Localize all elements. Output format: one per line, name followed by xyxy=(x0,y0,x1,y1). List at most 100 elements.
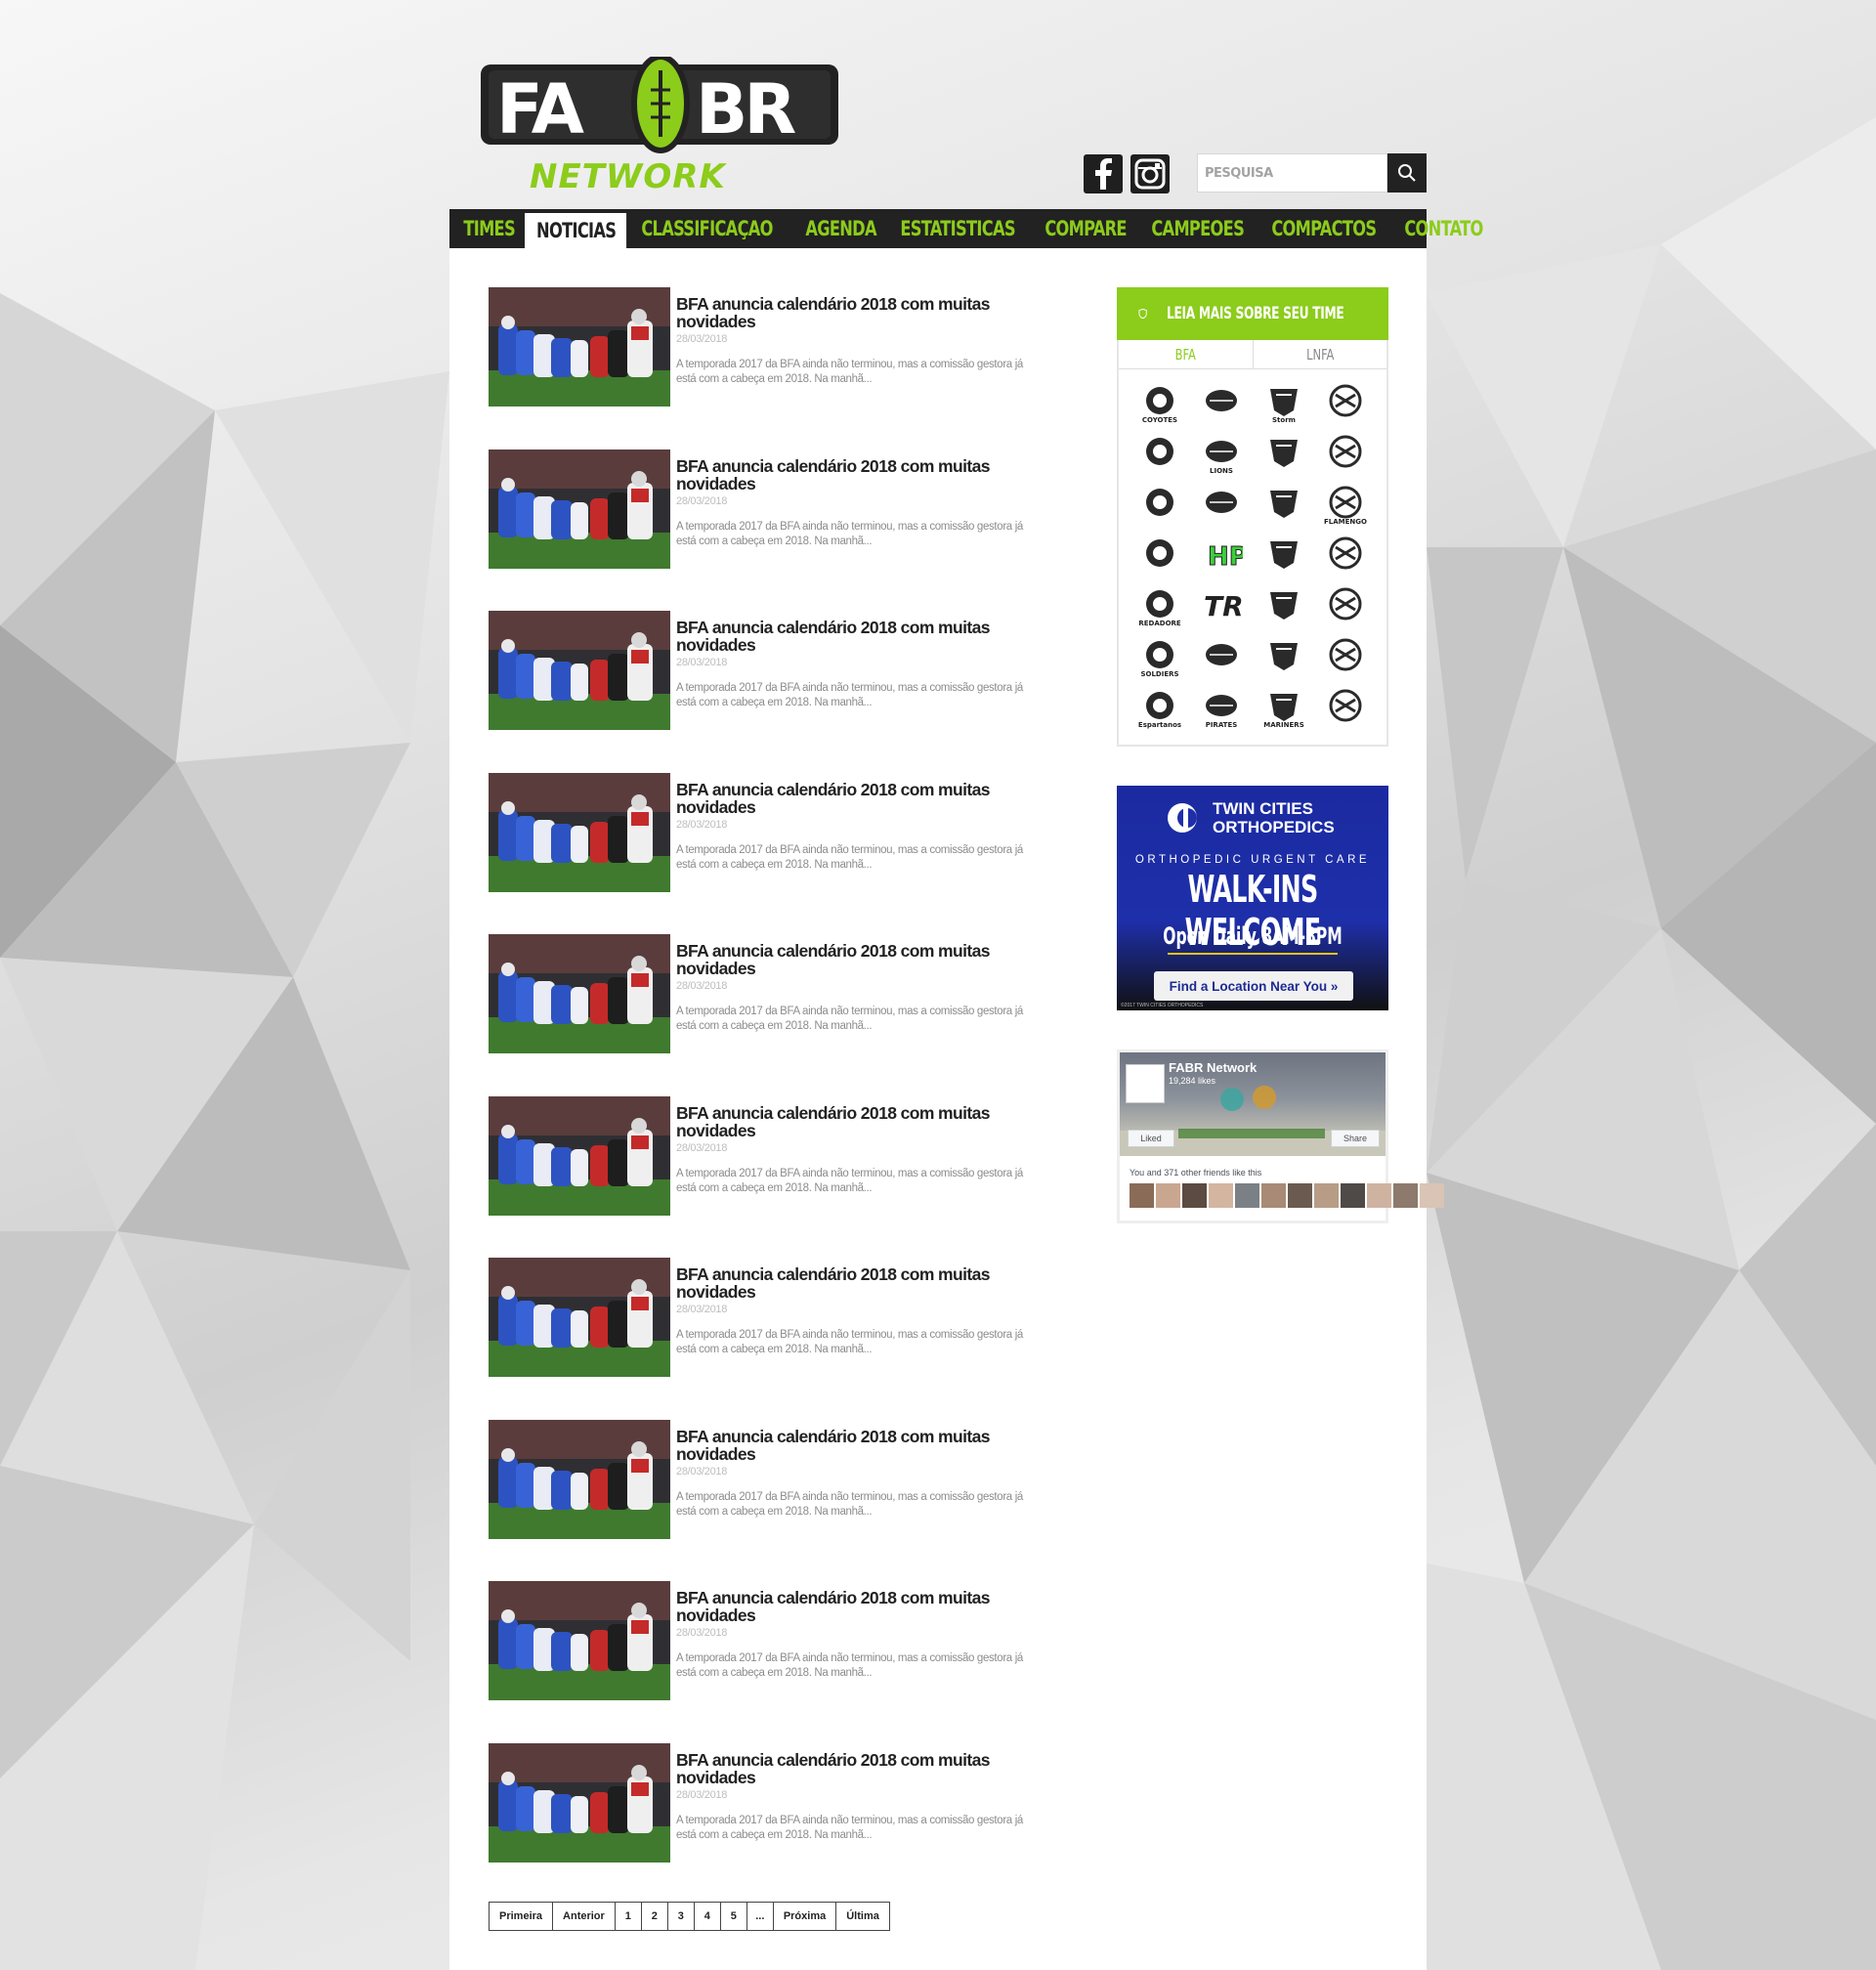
news-thumbnail[interactable] xyxy=(489,772,670,892)
news-title[interactable]: BFA anuncia calendário 2018 com muitas n… xyxy=(676,1265,1028,1301)
news-thumbnail[interactable] xyxy=(489,287,670,407)
search-input[interactable] xyxy=(1197,153,1387,193)
friend-avatar[interactable] xyxy=(1261,1183,1286,1208)
news-title[interactable]: BFA anuncia calendário 2018 com muitas n… xyxy=(676,1589,1028,1624)
team-logo[interactable]: MARINERS xyxy=(1253,686,1315,733)
team-logo[interactable] xyxy=(1253,584,1315,631)
news-item[interactable]: BFA anuncia calendário 2018 com muitas n… xyxy=(489,772,1036,935)
news-item[interactable]: BFA anuncia calendário 2018 com muitas n… xyxy=(489,1258,1036,1420)
team-logo[interactable]: PIRATES xyxy=(1191,686,1254,733)
friend-avatar[interactable] xyxy=(1393,1183,1418,1208)
team-logo[interactable]: Espartanos xyxy=(1129,686,1191,733)
news-item[interactable]: BFA anuncia calendário 2018 com muitas n… xyxy=(489,1095,1036,1259)
page-last[interactable]: Última xyxy=(836,1903,889,1930)
news-thumbnail[interactable] xyxy=(489,1742,670,1863)
facebook-share-button[interactable]: Share xyxy=(1331,1130,1380,1147)
news-title[interactable]: BFA anuncia calendário 2018 com muitas n… xyxy=(676,1751,1028,1786)
ad-find-location-button[interactable]: Find a Location Near You » xyxy=(1154,971,1353,1001)
team-logo[interactable] xyxy=(1129,534,1191,580)
tab-lnfa[interactable]: LNFA xyxy=(1263,340,1377,368)
facebook-page-avatar[interactable] xyxy=(1126,1064,1165,1103)
team-logo[interactable] xyxy=(1315,381,1378,428)
news-item[interactable]: BFA anuncia calendário 2018 com muitas n… xyxy=(489,287,1036,450)
page-3[interactable]: 3 xyxy=(668,1903,695,1930)
friend-avatar[interactable] xyxy=(1182,1183,1207,1208)
news-thumbnail[interactable] xyxy=(489,449,670,569)
fabr-network-logo[interactable]: FA BR NETWORK xyxy=(479,57,840,193)
page-1[interactable]: 1 xyxy=(616,1903,642,1930)
team-logo[interactable] xyxy=(1191,381,1254,428)
news-thumbnail[interactable] xyxy=(489,1581,670,1700)
team-logo[interactable] xyxy=(1253,483,1315,530)
facebook-liked-button[interactable]: Liked xyxy=(1128,1130,1174,1147)
team-logo[interactable] xyxy=(1191,635,1254,682)
nav-classificacao[interactable]: CLASSIFICAÇAO xyxy=(631,209,783,248)
friend-avatar[interactable] xyxy=(1314,1183,1339,1208)
news-thumbnail[interactable] xyxy=(489,1419,670,1539)
team-logo[interactable]: FLAMENGO xyxy=(1315,483,1378,530)
nav-contato[interactable]: CONTATO xyxy=(1394,209,1493,248)
team-logo[interactable]: TR xyxy=(1191,584,1254,631)
team-logo[interactable] xyxy=(1191,483,1254,530)
news-thumbnail[interactable] xyxy=(489,1095,670,1216)
news-item[interactable]: BFA anuncia calendário 2018 com muitas n… xyxy=(489,611,1036,773)
nav-times[interactable]: TIMES xyxy=(453,209,525,248)
team-logo[interactable]: Storm xyxy=(1253,381,1315,428)
search-button[interactable] xyxy=(1387,153,1427,193)
team-logo[interactable] xyxy=(1315,432,1378,479)
friend-avatar[interactable] xyxy=(1420,1183,1444,1208)
team-logo[interactable] xyxy=(1315,534,1378,580)
page-first[interactable]: Primeira xyxy=(490,1903,554,1930)
news-title[interactable]: BFA anuncia calendário 2018 com muitas n… xyxy=(676,457,1028,492)
team-logo[interactable]: PREDADORES xyxy=(1129,584,1191,631)
facebook-page-name[interactable]: FABR Network xyxy=(1169,1060,1257,1075)
nav-campeoes[interactable]: CAMPEOES xyxy=(1141,209,1254,248)
team-logo[interactable] xyxy=(1315,686,1378,733)
friend-avatar[interactable] xyxy=(1367,1183,1391,1208)
page-4[interactable]: 4 xyxy=(695,1903,721,1930)
team-logo[interactable] xyxy=(1129,432,1191,479)
news-title[interactable]: BFA anuncia calendário 2018 com muitas n… xyxy=(676,781,1028,816)
nav-compactos[interactable]: COMPACTOS xyxy=(1261,209,1386,248)
friend-avatar[interactable] xyxy=(1156,1183,1180,1208)
team-logo[interactable] xyxy=(1253,534,1315,580)
friend-avatar[interactable] xyxy=(1209,1183,1233,1208)
page-next[interactable]: Próxima xyxy=(774,1903,837,1930)
instagram-icon[interactable] xyxy=(1130,154,1170,193)
news-item[interactable]: BFA anuncia calendário 2018 com muitas n… xyxy=(489,449,1036,612)
news-thumbnail[interactable] xyxy=(489,611,670,730)
nav-compare[interactable]: COMPARE xyxy=(1035,209,1136,248)
page-2[interactable]: 2 xyxy=(642,1903,668,1930)
news-title[interactable]: BFA anuncia calendário 2018 com muitas n… xyxy=(676,1104,1028,1139)
news-item[interactable]: BFA anuncia calendário 2018 com muitas n… xyxy=(489,934,1036,1096)
team-logo[interactable] xyxy=(1253,635,1315,682)
friend-avatar[interactable] xyxy=(1130,1183,1154,1208)
team-logo[interactable] xyxy=(1129,483,1191,530)
news-thumbnail[interactable] xyxy=(489,1258,670,1377)
news-item[interactable]: BFA anuncia calendário 2018 com muitas n… xyxy=(489,1742,1036,1906)
team-logo[interactable] xyxy=(1315,635,1378,682)
ad-banner[interactable]: TWIN CITIES ORTHOPEDICS ORTHOPEDIC URGEN… xyxy=(1117,786,1388,1010)
team-logo[interactable] xyxy=(1315,584,1378,631)
news-item[interactable]: BFA anuncia calendário 2018 com muitas n… xyxy=(489,1581,1036,1743)
team-logo[interactable]: HP xyxy=(1191,534,1254,580)
news-title[interactable]: BFA anuncia calendário 2018 com muitas n… xyxy=(676,295,1028,330)
news-title[interactable]: BFA anuncia calendário 2018 com muitas n… xyxy=(676,619,1028,654)
nav-estatisticas[interactable]: ESTATISTICAS xyxy=(890,209,1025,248)
nav-noticias[interactable]: NOTICIAS xyxy=(525,213,626,248)
team-logo[interactable]: SOLDIERS xyxy=(1129,635,1191,682)
news-title[interactable]: BFA anuncia calendário 2018 com muitas n… xyxy=(676,1428,1028,1463)
team-logo[interactable]: LIONS xyxy=(1191,432,1254,479)
news-item[interactable]: BFA anuncia calendário 2018 com muitas n… xyxy=(489,1419,1036,1582)
friend-avatar[interactable] xyxy=(1235,1183,1259,1208)
team-logo[interactable]: COYOTES xyxy=(1129,381,1191,428)
nav-agenda[interactable]: AGENDA xyxy=(795,209,886,248)
page-previous[interactable]: Anterior xyxy=(553,1903,616,1930)
tab-bfa[interactable]: BFA xyxy=(1129,340,1242,368)
facebook-icon[interactable] xyxy=(1084,154,1123,193)
team-logo[interactable] xyxy=(1253,432,1315,479)
friend-avatar[interactable] xyxy=(1341,1183,1365,1208)
friend-avatar[interactable] xyxy=(1288,1183,1312,1208)
news-thumbnail[interactable] xyxy=(489,934,670,1053)
page-5[interactable]: 5 xyxy=(721,1903,747,1930)
